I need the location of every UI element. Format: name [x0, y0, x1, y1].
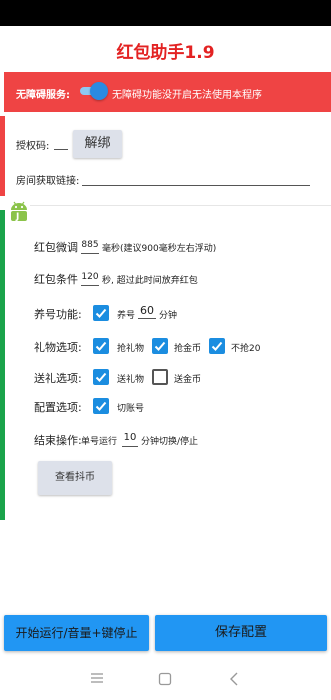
- config-options-label: 配置选项:: [34, 401, 82, 414]
- back-icon[interactable]: [229, 672, 239, 686]
- switch-account-label: 切账号: [117, 404, 145, 414]
- condition-input[interactable]: 120: [81, 272, 99, 286]
- room-link-input[interactable]: [82, 170, 310, 186]
- nurture-label: 养号功能:: [34, 308, 82, 321]
- start-button[interactable]: 开始运行/音量+键停止: [4, 615, 149, 651]
- accessibility-banner: 无障碍服务: 无障碍功能没开启无法使用本程序: [4, 72, 331, 112]
- switch-account-checkbox[interactable]: [93, 398, 109, 414]
- send-gift-checkbox[interactable]: [93, 369, 109, 385]
- grab-gift-checkbox[interactable]: [93, 338, 109, 354]
- status-bar: [0, 0, 331, 26]
- micro-adjust-hint: 毫秒(建议900毫秒左右浮动): [102, 244, 217, 254]
- left-accent-bar-green: [0, 210, 5, 520]
- grab-coin-checkbox[interactable]: [152, 338, 168, 354]
- accessibility-description: 无障碍功能没开启无法使用本程序: [112, 90, 262, 101]
- send-coin-checkbox[interactable]: [152, 369, 168, 385]
- grab-gift-label: 抢礼物: [117, 344, 145, 354]
- menu-icon[interactable]: [90, 672, 104, 684]
- section-divider: [30, 205, 331, 206]
- end-operation-input[interactable]: 10: [122, 432, 138, 447]
- auth-code-field[interactable]: [54, 136, 68, 150]
- check-icon: [95, 372, 107, 382]
- check-icon: [95, 341, 107, 351]
- home-icon[interactable]: [158, 672, 172, 686]
- send-gift-label: 送礼选项:: [34, 372, 82, 385]
- room-link-label: 房间获取链接:: [16, 176, 80, 187]
- save-config-button[interactable]: 保存配置: [155, 615, 327, 651]
- toggle-thumb: [90, 82, 108, 100]
- nurture-checkbox[interactable]: [93, 305, 109, 321]
- condition-label: 红包条件: [34, 273, 78, 286]
- end-operation-suffix: 分钟切换/停止: [141, 437, 199, 447]
- view-coins-button[interactable]: 查看抖币: [38, 461, 112, 495]
- app-title: 红包助手1.9: [116, 43, 215, 63]
- gift-options-label: 礼物选项:: [34, 341, 82, 354]
- nurture-minutes-input[interactable]: 60: [138, 304, 156, 319]
- skip-20-checkbox[interactable]: [209, 338, 225, 354]
- end-operation-prefix: 单号运行: [81, 437, 118, 447]
- grab-coin-label: 抢金币: [174, 344, 202, 354]
- micro-adjust-label: 红包微调: [34, 241, 78, 254]
- end-operation-label: 结束操作:: [34, 434, 82, 447]
- micro-adjust-input[interactable]: 885: [81, 240, 99, 254]
- android-icon[interactable]: J: [8, 200, 30, 224]
- send-coin-label: 送金币: [174, 375, 202, 385]
- check-icon: [95, 401, 107, 411]
- nurture-checkbox-label: 养号: [117, 311, 136, 321]
- check-icon: [211, 341, 223, 351]
- auth-code-label: 授权码:: [16, 141, 50, 152]
- check-icon: [95, 308, 107, 318]
- svg-text:J: J: [15, 212, 19, 222]
- skip-20-label: 不抢20: [231, 344, 261, 354]
- check-icon: [154, 341, 166, 351]
- send-gift-item-label: 送礼物: [117, 375, 145, 385]
- condition-suffix: 秒, 超过此时间放弃红包: [102, 276, 198, 286]
- nurture-unit: 分钟: [159, 311, 178, 321]
- navigation-bar: [0, 660, 331, 700]
- accessibility-label: 无障碍服务:: [16, 90, 70, 101]
- unbind-button[interactable]: 解绑: [73, 130, 122, 158]
- accessibility-toggle[interactable]: [78, 82, 108, 100]
- left-accent-bar-red: [0, 116, 5, 196]
- title-bar: 红包助手1.9: [0, 26, 331, 70]
